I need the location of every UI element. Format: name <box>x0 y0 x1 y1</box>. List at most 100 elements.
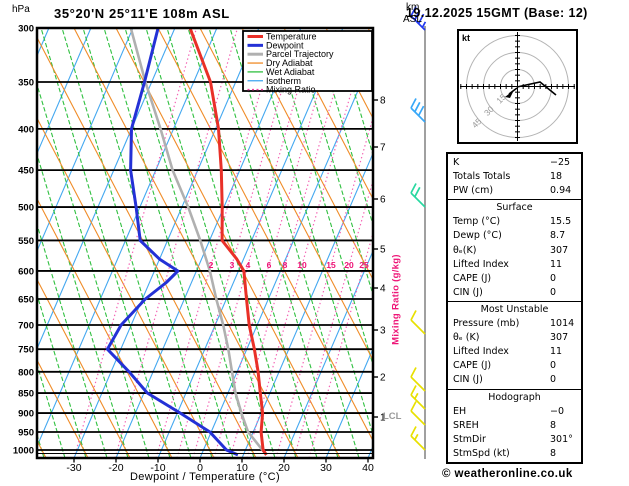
panel-row: CIN (J) 0 <box>448 373 581 387</box>
parcel-trajectory-trace <box>129 28 268 456</box>
panel-divider <box>448 199 581 201</box>
altitude-unit-asl-label: ASL <box>403 14 422 25</box>
wind-barb <box>410 401 426 426</box>
panel-row: K −25 <box>448 156 581 170</box>
run-datetime: 19.12.2025 15GMT (Base: 12) <box>406 6 588 20</box>
panel-row-value: 8.7 <box>550 230 566 242</box>
panel-divider <box>448 388 581 390</box>
panel-row: CAPE (J) 0 <box>448 359 581 373</box>
panel-row: SREH 8 <box>448 419 581 433</box>
legend-label-mixing-ratio: Mixing Ratio <box>266 85 316 95</box>
panel-row-value: 15.5 <box>550 216 572 228</box>
panel-row-value: 18 <box>550 171 563 183</box>
panel-row-value: 301° <box>550 433 573 445</box>
mixing-ratio-axis-label: Mixing Ratio (g/kg) <box>390 254 402 345</box>
panel-row-label: Totals Totals <box>453 171 511 183</box>
panel-row-label: StmSpd (kt) <box>453 447 510 459</box>
wind-barb <box>410 310 426 335</box>
mixing-ratio-value-label: 25 <box>359 260 369 270</box>
mixing-ratio-labels: 2 3 4 6 8 10 15 20 25 <box>209 260 369 270</box>
mixing-ratio-value-label: 10 <box>297 260 307 270</box>
panel-row-label: K <box>453 157 460 168</box>
dewpoint-trace <box>105 28 239 457</box>
km-tick-label: 6 <box>380 195 386 206</box>
mixing-ratio-value-label: 2 <box>209 260 214 270</box>
km-tick-label: 5 <box>380 245 386 256</box>
pressure-tick-label: 650 <box>18 295 34 306</box>
panel-row-value: 8 <box>550 447 557 459</box>
panel-row-label: SREH <box>453 419 479 431</box>
pressure-tick-label: 450 <box>18 166 34 177</box>
panel-row-label: PW (cm) <box>453 185 494 197</box>
panel-row: EH −0 <box>448 405 581 419</box>
panel-row-value: 307 <box>550 332 569 344</box>
mixing-ratio-value-label: 6 <box>267 260 272 270</box>
panel-row-label: CAPE (J) <box>453 360 492 372</box>
panel-row-value: 1014 <box>550 318 575 330</box>
copyright-watermark: © weatheronline.co.uk <box>442 468 573 480</box>
pressure-tick-label: 850 <box>18 389 34 400</box>
lcl-marker-label: LCL <box>383 411 402 422</box>
panel-row-value: 11 <box>550 258 563 270</box>
panel-row-value: 307 <box>550 244 569 256</box>
panel-row-label: Pressure (mb) <box>453 318 520 330</box>
panel-row-value: 0.94 <box>550 185 572 197</box>
altitude-unit-km-label: km <box>406 2 420 13</box>
km-tick-label: 8 <box>380 96 386 107</box>
panel-row-value: −0 <box>550 405 565 417</box>
panel-row: θₑ (K) 307 <box>448 331 581 345</box>
panel-row: PW (cm) 0.94 <box>448 184 581 198</box>
panel-row-label: CAPE (J) <box>453 272 492 284</box>
wind-barb <box>410 183 426 208</box>
panel-row: Dewp (°C) 8.7 <box>448 229 581 243</box>
pressure-tick-label: 950 <box>18 428 34 439</box>
panel-row: Totals Totals 18 <box>448 170 581 184</box>
mixing-ratio-value-label: 15 <box>326 260 336 270</box>
pressure-tick-label: 1000 <box>13 446 34 457</box>
panel-row-value: 0 <box>550 272 557 284</box>
pressure-axis-labels: 300 350 400 450 500 550 600 650 700 750 800 850 900 9… <box>13 24 34 457</box>
wind-barb-column <box>410 6 427 459</box>
panel-row-label: EH <box>453 405 467 417</box>
panel-row-value: −25 <box>550 157 571 168</box>
wind-barb <box>410 98 426 123</box>
panel-section-header: Most Unstable <box>480 303 549 315</box>
x-axis-label: Dewpoint / Temperature (°C) <box>129 471 281 483</box>
panel-row: CAPE (J) 0 <box>448 272 581 286</box>
mixing-ratio-value-label: 3 <box>230 260 235 270</box>
km-tick-label: 3 <box>380 326 386 337</box>
panel-row: θₑ(K) 307 <box>448 244 581 258</box>
panel-row-value: 0 <box>550 286 557 298</box>
panel-divider <box>448 300 581 302</box>
mixing-ratio-value-label: 20 <box>344 260 354 270</box>
hodograph: 153045 <box>457 29 578 144</box>
panel-row: StmDir 301° <box>448 433 581 447</box>
panel-row-value: 8 <box>550 419 557 431</box>
panel-row-label: θₑ (K) <box>453 332 480 344</box>
pressure-tick-label: 600 <box>18 266 34 277</box>
mixing-ratio-value-label: 4 <box>246 260 251 270</box>
panel-row: Temp (°C) 15.5 <box>448 215 581 229</box>
km-tick-label: 2 <box>380 373 386 384</box>
panel-row-value: 0 <box>550 360 557 372</box>
legend: TemperatureDewpointParcel TrajectoryDry … <box>242 30 373 95</box>
wind-barb <box>410 367 426 392</box>
panel-section-header: Surface <box>496 202 533 214</box>
panel-row-value: 0 <box>550 374 557 386</box>
station-title: 35°20'N 25°11'E 108m ASL <box>54 6 230 21</box>
pressure-unit-label: hPa <box>12 4 30 15</box>
panel-row-label: Temp (°C) <box>453 216 501 228</box>
km-tick-label: 4 <box>380 284 386 295</box>
pressure-tick-label: 350 <box>18 78 34 89</box>
panel-row: StmSpd (kt) 8 <box>448 447 581 461</box>
panel-row: Pressure (mb) 1014 <box>448 317 581 331</box>
panel-row-label: Lifted Index <box>453 346 509 358</box>
isotherm-line <box>0 28 7 458</box>
panel-row: Lifted Index 11 <box>448 258 581 272</box>
panel-row: CIN (J) 0 <box>448 286 581 300</box>
pressure-tick-label: 700 <box>18 320 34 331</box>
pressure-tick-label: 500 <box>18 203 34 214</box>
mixing-ratio-value-label: 8 <box>283 260 288 270</box>
pressure-tick-label: 400 <box>18 124 34 135</box>
pressure-tick-label: 800 <box>18 367 34 378</box>
